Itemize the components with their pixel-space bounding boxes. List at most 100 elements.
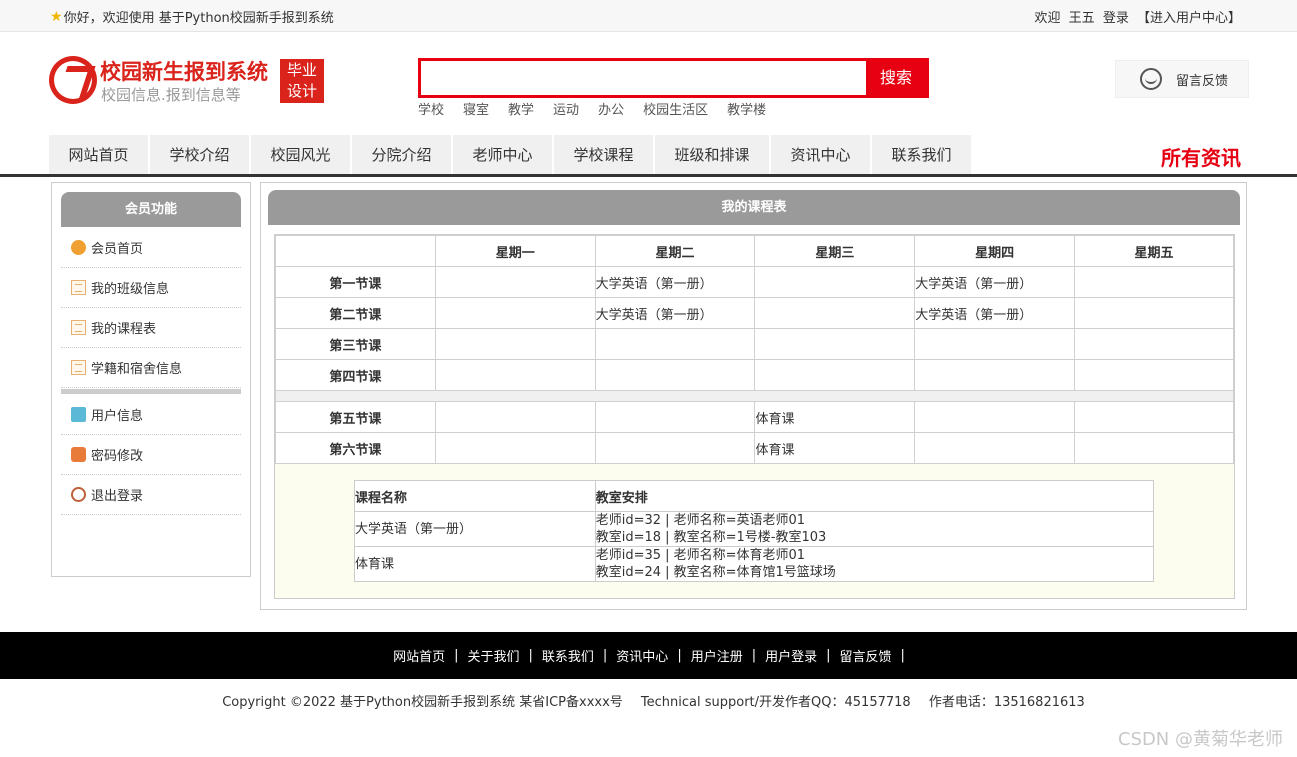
table-row: 大学英语（第一册） 老师id=32 | 老师名称=英语老师01 教室id=18 … [354,511,1155,547]
nav-item-home[interactable]: 网站首页 [49,135,150,174]
period-label: 第二节课 [275,297,436,329]
logo-title: 校园新生报到系统 [100,60,268,84]
schedule-cell [434,328,596,360]
sidebar-item-label: 我的班级信息 [91,282,170,297]
footer-link-about[interactable]: 关于我们 [467,646,519,665]
username-link[interactable]: 王五 [1069,11,1095,26]
hotword-link[interactable]: 教学楼 [727,99,766,118]
footer-nav: 网站首页 | 关于我们 | 联系我们 | 资讯中心 | 用户注册 | 用户登录 | 留言反馈… [0,632,1297,679]
room-info: 教室id=18 | 教室名称=1号楼-教室103 [595,530,827,545]
search-input[interactable] [421,61,868,95]
period-label: 第四节课 [275,359,436,391]
schedule-cell [1074,328,1234,360]
top-bar: ★ 你好，欢迎使用 基于Python校园新手报到系统 欢迎 王五 登录 【进入用… [0,0,1297,32]
schedule-cell [594,328,756,360]
classroom-arrangement: 老师id=32 | 老师名称=英语老师01 教室id=18 | 教室名称=1号楼… [594,511,1155,547]
search-button[interactable]: 搜索 [866,61,926,95]
logo-subtitle: 校园信息.报到信息等 [101,86,241,104]
hotword-link[interactable]: 学校 [418,99,444,118]
schedule-cell: 大学英语（第一册） [914,297,1076,329]
table-row: 体育课 老师id=35 | 老师名称=体育老师01 教室id=24 | 教室名称… [354,546,1155,582]
hotword-link[interactable]: 运动 [553,99,579,118]
sidebar-item-member-home[interactable]: 会员首页 [61,228,241,268]
course-name: 大学英语（第一册） [354,511,596,547]
user-links: 欢迎 王五 登录 【进入用户中心】 [1031,7,1241,26]
footer-link-contact[interactable]: 联系我们 [542,646,594,665]
hotword-link[interactable]: 教学 [508,99,534,118]
nav-item-colleges[interactable]: 分院介绍 [352,135,453,174]
footer-link-home[interactable]: 网站首页 [393,646,445,665]
user-center-link[interactable]: 【进入用户中心】 [1137,11,1241,26]
sidebar-item-label: 密码修改 [91,449,144,464]
day-header: 星期四 [914,235,1076,267]
sidebar-divider [61,389,241,394]
corner-cell [275,235,436,267]
schedule-cell [754,359,916,391]
footer-separator: | [677,648,682,663]
day-header: 星期五 [1074,235,1234,267]
nav-item-teachers[interactable]: 老师中心 [453,135,554,174]
sidebar-item-label: 会员首页 [91,242,144,257]
schedule-cell [754,266,916,298]
sidebar-item-enrollment-dorm[interactable]: 学籍和宿舍信息 [61,348,241,388]
schedule-cell [1074,266,1234,298]
course-detail-table: 课程名称 教室安排 大学英语（第一册） 老师id=32 | 老师名称=英语老师0… [354,480,1155,582]
nav-item-news[interactable]: 资讯中心 [771,135,872,174]
nav-divider [0,174,1297,177]
welcome-text: 你好，欢迎使用 基于Python校园新手报到系统 [63,11,334,26]
detail-header-classroom: 教室安排 [594,480,1155,512]
table-row: 第五节课 体育课 [275,401,1234,433]
course-name: 体育课 [354,546,596,582]
schedule-cell [1074,432,1234,464]
schedule-header-row: 星期一 星期二 星期三 星期四 星期五 [275,235,1234,267]
nav-item-classes[interactable]: 班级和排课 [655,135,771,174]
sidebar-item-logout[interactable]: 退出登录 [61,475,241,515]
schedule-cell [434,401,596,433]
welcome-message: ★ 你好，欢迎使用 基于Python校园新手报到系统 [50,7,334,27]
graduation-badge: 毕业 设计 [280,59,324,103]
sidebar-item-change-password[interactable]: 密码修改 [61,435,241,475]
footer-link-login[interactable]: 用户登录 [765,646,817,665]
feedback-button[interactable]: 留言反馈 [1115,60,1249,98]
all-news-link[interactable]: 所有资讯 [1161,142,1241,171]
footer-link-feedback[interactable]: 留言反馈 [840,646,892,665]
schedule-cell: 大学英语（第一册） [914,266,1076,298]
main-nav: 网站首页 学校介绍 校园风光 分院介绍 老师中心 学校课程 班级和排课 资讯中心… [49,135,973,174]
footer-separator: | [900,648,905,663]
classroom-arrangement: 老师id=35 | 老师名称=体育老师01 教室id=24 | 教室名称=体育馆… [594,546,1155,582]
schedule-cell [434,297,596,329]
hotword-link[interactable]: 寝室 [463,99,489,118]
schedule-cell [1074,401,1234,433]
schedule-cell [434,266,596,298]
footer-separator: | [602,648,608,663]
footer-link-news[interactable]: 资讯中心 [616,646,668,665]
nav-item-courses[interactable]: 学校课程 [554,135,655,174]
nav-item-contact[interactable]: 联系我们 [872,135,973,174]
nav-item-campus-scenery[interactable]: 校园风光 [251,135,352,174]
site-logo[interactable]: 校园新生报到系统 校园信息.报到信息等 毕业 设计 [49,56,329,106]
lunch-break-row [275,390,1234,402]
table-row: 第六节课 体育课 [275,432,1234,464]
document-icon [71,360,86,375]
detail-header-row: 课程名称 教室安排 [354,480,1155,512]
schedule-cell [754,297,916,329]
schedule-cell [754,328,916,360]
hotword-link[interactable]: 校园生活区 [643,99,708,118]
badge-line1: 毕业 [286,61,317,79]
footer-separator: | [751,648,757,663]
nav-item-school-intro[interactable]: 学校介绍 [150,135,251,174]
footer-link-register[interactable]: 用户注册 [691,646,743,665]
table-row: 第四节课 [275,359,1234,391]
schedule-cell: 体育课 [754,432,916,464]
power-icon [71,487,86,502]
hotword-link[interactable]: 办公 [598,99,624,118]
period-label: 第一节课 [275,266,436,298]
sidebar-item-my-schedule[interactable]: 我的课程表 [61,308,241,348]
login-link[interactable]: 登录 [1103,11,1129,26]
sidebar-item-user-info[interactable]: 用户信息 [61,395,241,435]
period-label: 第三节课 [275,328,436,360]
badge-line2: 设计 [286,82,317,100]
sidebar-item-my-class[interactable]: 我的班级信息 [61,268,241,308]
document-icon [71,320,86,335]
schedule-cell [1074,297,1234,329]
